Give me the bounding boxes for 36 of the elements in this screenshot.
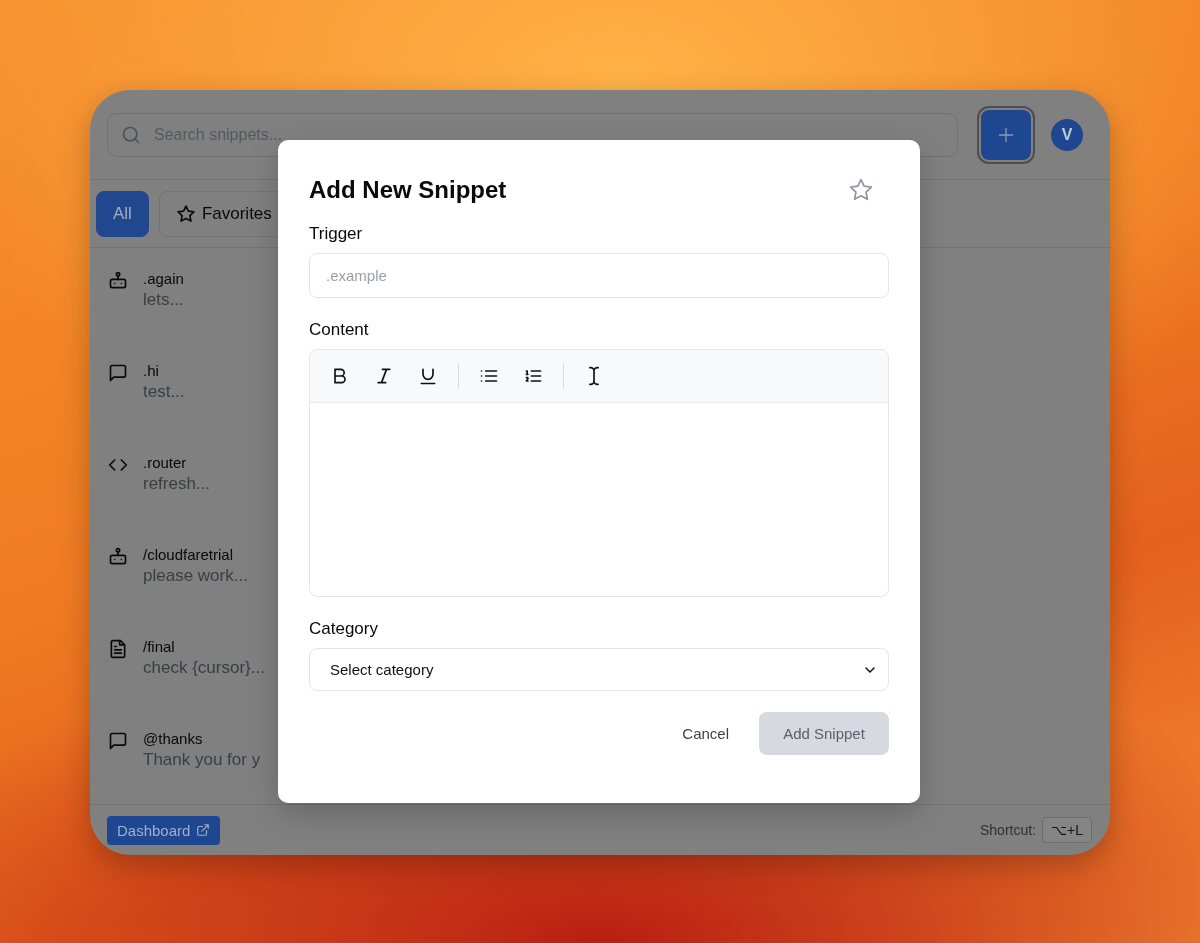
snippet-preview: please work... [143, 566, 248, 586]
snippet-trigger[interactable]: /final [143, 638, 265, 655]
star-icon [848, 177, 874, 203]
snippet-trigger[interactable]: /cloudfaretrial [143, 546, 248, 563]
trigger-field[interactable]: .example [309, 253, 889, 298]
dialog-title: Add New Snippet [309, 176, 507, 204]
dashboard-link[interactable]: Dashboard [107, 815, 221, 845]
snippet-trigger[interactable]: .again [143, 270, 184, 287]
category-dropdown[interactable]: Select category [309, 648, 889, 691]
snippet-preview: check {cursor}... [143, 658, 265, 678]
underline-icon [418, 366, 438, 386]
field-label: Category [309, 619, 378, 639]
avatar[interactable]: V [1051, 118, 1083, 151]
field-label: Trigger [309, 224, 363, 244]
shortcut-key: ⌥+L [1042, 817, 1092, 843]
favorite-toggle[interactable] [848, 177, 874, 203]
star-icon [175, 203, 196, 224]
filter-tab[interactable]: All [96, 190, 149, 237]
snippet-preview: Thank you for y [143, 750, 261, 770]
external-link-icon [196, 823, 211, 837]
search-icon [121, 124, 141, 145]
snippet-preview: lets... [143, 290, 184, 310]
robot-icon [108, 271, 128, 291]
cancel-button[interactable]: Cancel [668, 715, 743, 752]
snippet-preview: refresh... [143, 474, 211, 494]
chat-bubble-icon [108, 363, 128, 383]
document-icon [108, 639, 128, 659]
shortcut-label: Shortcut: [980, 822, 1037, 838]
snippet-trigger[interactable]: @thanks [143, 730, 261, 747]
italic-icon [374, 366, 394, 386]
snippet-trigger[interactable]: .router [143, 454, 211, 471]
field-label: Content [309, 320, 369, 340]
snippet-trigger[interactable]: .hi [143, 362, 185, 379]
chat-bubble-icon [108, 731, 128, 751]
snippet-preview: test... [143, 382, 185, 402]
robot-icon [108, 547, 128, 567]
